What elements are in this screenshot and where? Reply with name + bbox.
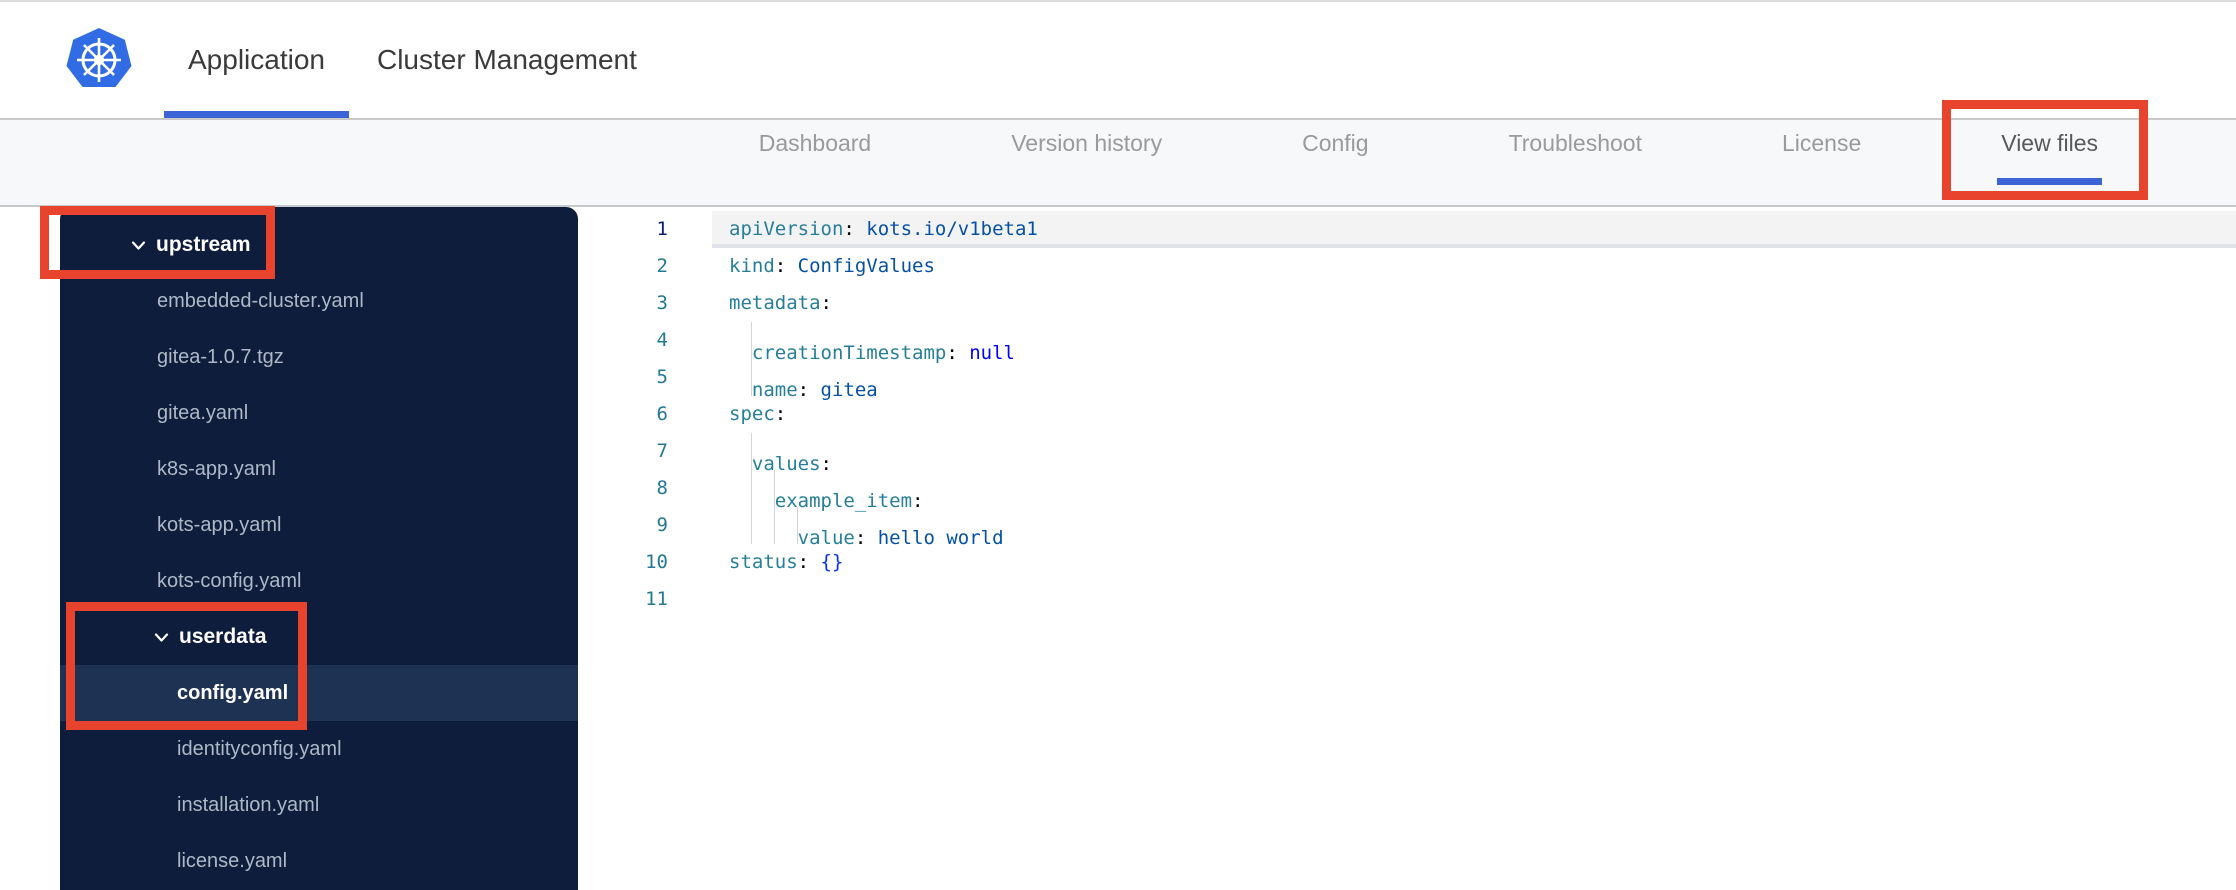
line-number: 6 <box>656 403 668 425</box>
indent-guide <box>729 433 752 470</box>
tab-version-history[interactable]: Version history <box>1011 130 1162 157</box>
token-value: ConfigValues <box>797 255 935 277</box>
file-tree: upstream embedded-cluster.yaml gitea-1.0.7… <box>60 207 578 889</box>
line-content: kind: ConfigValues <box>712 248 2236 285</box>
line-content <box>712 581 2236 618</box>
tree-item-label: gitea-1.0.7.tgz <box>157 345 284 368</box>
tree-file-identityconfig-yaml[interactable]: identityconfig.yaml <box>60 721 578 777</box>
line-content: status: {} <box>712 544 2236 581</box>
tab-license[interactable]: License <box>1782 130 1861 157</box>
indent-guide <box>752 470 775 507</box>
tab-config[interactable]: Config <box>1302 130 1368 157</box>
line-content: name: gitea <box>712 359 2236 401</box>
tree-file-embedded-cluster-yaml[interactable]: embedded-cluster.yaml <box>60 273 578 329</box>
tree-item-label: k8s-app.yaml <box>157 457 276 480</box>
chevron-down-icon <box>131 240 146 250</box>
tree-item-label: kots-config.yaml <box>157 569 302 592</box>
code-line-2[interactable]: 2 kind: ConfigValues <box>578 248 2236 285</box>
tree-file-gitea-yaml[interactable]: gitea.yaml <box>60 385 578 441</box>
tab-view-files[interactable]: View files <box>1997 130 2102 185</box>
tree-file-license-yaml[interactable]: license.yaml <box>60 833 578 889</box>
indent-guide <box>729 359 752 396</box>
token-key: apiVersion <box>729 218 844 240</box>
code-line-9[interactable]: 9 value: hello world <box>578 507 2236 549</box>
token-key: kind <box>729 255 775 277</box>
tree-item-label: identityconfig.yaml <box>177 737 342 760</box>
line-content: apiVersion: kots.io/v1beta1 <box>712 211 2236 248</box>
code-line-3[interactable]: 3 metadata: <box>578 285 2236 322</box>
line-number: 8 <box>656 477 668 499</box>
line-number: 2 <box>656 255 668 277</box>
code-line-5[interactable]: 5 name: gitea <box>578 359 2236 401</box>
code-line-1[interactable]: 1 apiVersion: kots.io/v1beta1 <box>578 211 2236 248</box>
header-tab-cluster-management[interactable]: Cluster Management <box>351 2 663 118</box>
header-tab-bar: Application Cluster Management <box>162 2 663 118</box>
tree-file-config-yaml[interactable]: config.yaml <box>60 665 578 721</box>
code-line-6[interactable]: 6 spec: <box>578 396 2236 433</box>
tree-item-label: upstream <box>156 233 251 256</box>
editor-lines: 1 apiVersion: kots.io/v1beta1 2 kind: Confi… <box>578 207 2236 618</box>
code-line-7[interactable]: 7 values: <box>578 433 2236 475</box>
tree-folder-userdata[interactable]: userdata <box>60 609 578 665</box>
header-tab-application[interactable]: Application <box>162 2 351 118</box>
line-content: creationTimestamp: null <box>712 322 2236 364</box>
tree-item-label: gitea.yaml <box>157 401 249 424</box>
code-line-10[interactable]: 10 status: {} <box>578 544 2236 581</box>
tree-file-gitea-1-0-7-tgz[interactable]: gitea-1.0.7.tgz <box>60 329 578 385</box>
token-key: metadata <box>729 292 821 314</box>
line-number: 5 <box>656 366 668 388</box>
token-bracket: {} <box>820 551 844 573</box>
token-plain: : <box>843 218 867 240</box>
token-plain: : <box>820 292 832 314</box>
chevron-down-icon <box>154 632 169 642</box>
line-content: spec: <box>712 396 2236 433</box>
line-number: 3 <box>656 292 668 314</box>
line-number: 7 <box>656 440 668 462</box>
tree-item-label: config.yaml <box>177 681 289 704</box>
tree-item-label: installation.yaml <box>177 793 320 816</box>
indent-guide <box>729 470 752 507</box>
line-content: values: <box>712 433 2236 475</box>
tree-file-kots-config-yaml[interactable]: kots-config.yaml <box>60 553 578 609</box>
line-number: 11 <box>645 588 668 610</box>
token-key: spec <box>729 403 775 425</box>
indent-guide <box>752 507 775 544</box>
line-number: 9 <box>656 514 668 536</box>
indent-guide <box>729 507 752 544</box>
indent-guide <box>775 507 798 544</box>
line-content: metadata: <box>712 285 2236 322</box>
token-plain: : <box>774 403 787 425</box>
tree-item-label: kots-app.yaml <box>157 513 282 536</box>
top-header: Application Cluster Management <box>0 0 2236 120</box>
line-number: 10 <box>645 551 668 573</box>
token-plain: : <box>774 255 798 277</box>
code-line-8[interactable]: 8 example_item: <box>578 470 2236 512</box>
code-editor[interactable]: 1 apiVersion: kots.io/v1beta1 2 kind: Confi… <box>578 207 2236 890</box>
app-nav-bar: Dashboard Version history Config Troublesho… <box>0 120 2236 207</box>
kubernetes-logo-icon <box>64 28 134 92</box>
tab-troubleshoot[interactable]: Troubleshoot <box>1509 130 1642 157</box>
tree-item-label: license.yaml <box>177 849 288 872</box>
tree-file-kots-app-yaml[interactable]: kots-app.yaml <box>60 497 578 553</box>
tree-item-label: embedded-cluster.yaml <box>157 289 364 312</box>
line-content: example_item: <box>712 470 2236 512</box>
token-key: status <box>729 551 798 573</box>
tree-file-installation-yaml[interactable]: installation.yaml <box>60 777 578 833</box>
line-content: value: hello world <box>712 507 2236 549</box>
token-value: kots.io/v1beta1 <box>866 218 1038 240</box>
token-plain: : <box>797 551 821 573</box>
tree-item-label: userdata <box>179 625 267 648</box>
line-number: 4 <box>656 329 668 351</box>
code-line-11[interactable]: 11 <box>578 581 2236 618</box>
code-line-4[interactable]: 4 creationTimestamp: null <box>578 322 2236 364</box>
indent-guide <box>729 322 752 359</box>
kots-admin-console: Application Cluster Management Dashboard V… <box>0 0 2236 890</box>
line-number: 1 <box>656 218 668 240</box>
tree-file-k8s-app-yaml[interactable]: k8s-app.yaml <box>60 441 578 497</box>
tree-folder-upstream[interactable]: upstream <box>60 217 578 273</box>
tab-dashboard[interactable]: Dashboard <box>759 130 872 157</box>
file-tree-sidebar: upstream embedded-cluster.yaml gitea-1.0.7… <box>60 207 578 890</box>
